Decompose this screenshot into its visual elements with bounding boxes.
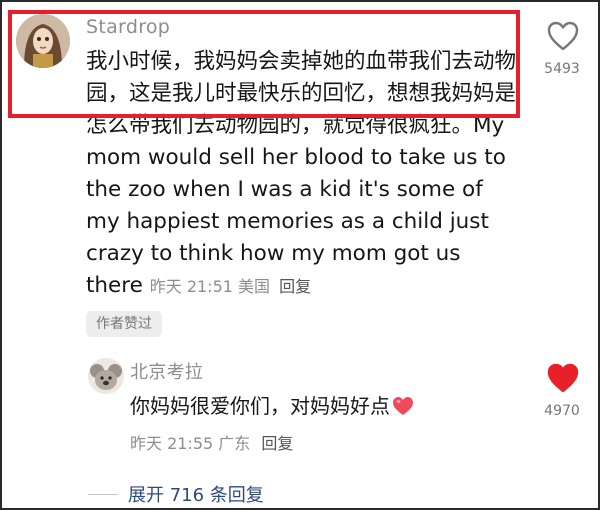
- highlight-box: [8, 10, 520, 118]
- like-heart-outline-icon[interactable]: [546, 20, 580, 56]
- reply-like-count: 4970: [544, 403, 580, 419]
- reply-meta: 昨天 21:55 广东 回复: [130, 430, 293, 454]
- reply-avatar[interactable]: [88, 358, 124, 394]
- reply-username[interactable]: 北京考拉: [130, 358, 203, 384]
- red-heart-emoji-icon: [392, 396, 414, 421]
- comment-timestamp-location: 昨天 21:51 美国: [149, 277, 271, 296]
- reply-timestamp-location: 昨天 21:55 广东: [130, 434, 251, 453]
- comment-meta: 昨天 21:51 美国 回复: [150, 277, 311, 296]
- comment-reply-button[interactable]: 回复: [279, 277, 311, 296]
- reply-reply-button[interactable]: 回复: [261, 434, 293, 453]
- reply-text: 你妈妈很爱你们，对妈妈好点: [130, 394, 390, 418]
- like-heart-filled-icon[interactable]: [546, 362, 580, 398]
- author-liked-badge: 作者赞过: [86, 311, 162, 337]
- reply-body[interactable]: 你妈妈很爱你们，对妈妈好点: [130, 390, 414, 421]
- expand-divider: [88, 494, 118, 495]
- comment-like-count: 5493: [544, 61, 580, 77]
- expand-replies-button[interactable]: 展开 716 条回复: [128, 481, 264, 507]
